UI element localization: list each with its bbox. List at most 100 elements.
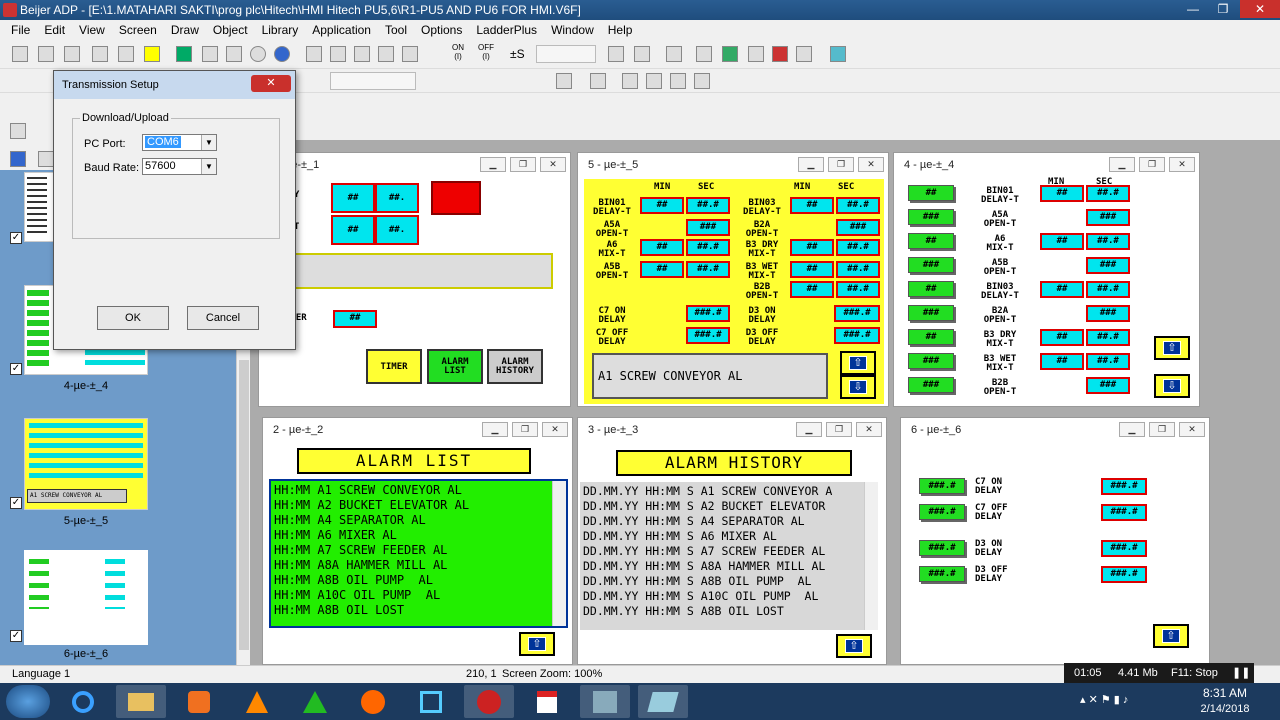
w4-green-field[interactable]: ## bbox=[908, 329, 954, 345]
w4-green-field[interactable]: ### bbox=[908, 353, 954, 369]
alarm-list-box[interactable]: HH:MM A1 SCREW CONVEYOR AL HH:MM A2 BUCKE… bbox=[269, 479, 568, 628]
preview-icon[interactable] bbox=[118, 46, 134, 62]
w6-green-field[interactable]: ###.# bbox=[919, 478, 965, 494]
thumbnail-5-checkbox[interactable]: ✓ bbox=[10, 497, 22, 509]
w6-cyan-field[interactable]: ###.# bbox=[1101, 504, 1147, 521]
w6-cyan-field[interactable]: ###.# bbox=[1101, 478, 1147, 495]
thumbnail-4-checkbox[interactable]: ✓ bbox=[10, 363, 22, 375]
layer-icon[interactable] bbox=[634, 46, 650, 62]
pdf-icon[interactable] bbox=[522, 685, 572, 718]
screen-capture-icon[interactable] bbox=[406, 685, 456, 718]
vlc-icon[interactable] bbox=[232, 685, 282, 718]
window-3-minimize-icon[interactable]: ▁ bbox=[796, 422, 822, 437]
menu-item-application[interactable]: Application bbox=[305, 23, 378, 37]
w4-sec-field[interactable]: ### bbox=[1086, 305, 1130, 322]
w4-min-field[interactable]: ## bbox=[1040, 329, 1084, 346]
w5-delay-field-left[interactable]: ###.# bbox=[686, 327, 730, 344]
w5-left-min-field[interactable]: ## bbox=[640, 197, 684, 214]
window-6-close-icon[interactable]: ✕ bbox=[1179, 422, 1205, 437]
w5-left-sec-field[interactable]: ##.# bbox=[686, 261, 730, 278]
w5-down-button[interactable]: ⇩ bbox=[840, 375, 876, 399]
select-icon[interactable] bbox=[10, 151, 26, 167]
ruler-icon[interactable] bbox=[696, 46, 712, 62]
w4-sec-field[interactable]: ##.# bbox=[1086, 353, 1130, 370]
menu-item-window[interactable]: Window bbox=[544, 23, 601, 37]
w4-min-field[interactable]: ## bbox=[1040, 233, 1084, 250]
thumbnail-1-checkbox[interactable]: ✓ bbox=[10, 232, 22, 244]
w4-min-field[interactable]: ## bbox=[1040, 185, 1084, 202]
screen-window-1[interactable]: 1 - µe-±_1 ▁❐✕ DRY -T WET -T ## ##. ## #… bbox=[258, 152, 571, 407]
view-icon[interactable] bbox=[38, 151, 54, 167]
pm-button[interactable]: ±S bbox=[510, 47, 525, 61]
cut-icon[interactable] bbox=[306, 46, 322, 62]
forward-icon[interactable] bbox=[274, 46, 290, 62]
w4-green-field[interactable]: ### bbox=[908, 377, 954, 393]
font-size-icon[interactable] bbox=[556, 73, 572, 89]
w5-right-sec-field[interactable]: ##.# bbox=[836, 197, 880, 214]
back-icon[interactable] bbox=[250, 46, 266, 62]
w6-green-field[interactable]: ###.# bbox=[919, 504, 965, 520]
window-1-restore-icon[interactable]: ❐ bbox=[510, 157, 536, 172]
print-icon[interactable] bbox=[92, 46, 108, 62]
timer-button[interactable]: TIMER bbox=[366, 349, 422, 384]
w4-sec-field[interactable]: ##.# bbox=[1086, 233, 1130, 250]
thumbnail-6-checkbox[interactable]: ✓ bbox=[10, 630, 22, 642]
tray-icons[interactable]: ▴ ✕ ⚑ ▮ ♪ bbox=[1080, 693, 1190, 709]
window-2-restore-icon[interactable]: ❐ bbox=[512, 422, 538, 437]
recorder-stop[interactable]: F11: Stop bbox=[1171, 663, 1218, 683]
dialog-close-icon[interactable]: ✕ bbox=[251, 75, 291, 92]
beijer-adp-icon[interactable] bbox=[464, 685, 514, 718]
w5-right-sec-field[interactable]: ##.# bbox=[836, 261, 880, 278]
w5-right-sec-field[interactable]: ##.# bbox=[836, 281, 880, 298]
grid-icon[interactable] bbox=[608, 46, 624, 62]
wet-sec-field[interactable]: ##. bbox=[375, 215, 419, 245]
paste-icon[interactable] bbox=[354, 46, 370, 62]
window-2-close-icon[interactable]: ✕ bbox=[542, 422, 568, 437]
cancel-button[interactable]: Cancel bbox=[187, 306, 259, 330]
w5-left-min-field[interactable]: ## bbox=[640, 239, 684, 256]
w4-green-field[interactable]: ### bbox=[908, 305, 954, 321]
clock-time[interactable]: 8:31 AM bbox=[1190, 686, 1260, 700]
start-button[interactable] bbox=[6, 685, 50, 718]
w4-sec-field[interactable]: ##.# bbox=[1086, 185, 1130, 202]
menu-item-view[interactable]: View bbox=[72, 23, 112, 37]
explorer-icon[interactable] bbox=[116, 685, 166, 718]
w4-sec-field[interactable]: ##.# bbox=[1086, 329, 1130, 346]
screen-window-2[interactable]: 2 - µe-±_2 ▁ ❐ ✕ ALARM LIST HH:MM A1 SCREW… bbox=[262, 417, 573, 665]
w4-min-field[interactable]: ## bbox=[1040, 353, 1084, 370]
window-4-close-icon[interactable]: ✕ bbox=[1169, 157, 1195, 172]
menu-item-help[interactable]: Help bbox=[601, 23, 640, 37]
menu-item-edit[interactable]: Edit bbox=[37, 23, 72, 37]
alarm-history-box[interactable]: DD.MM.YY HH:MM S A1 SCREW CONVEYOR A DD.M… bbox=[580, 482, 878, 630]
w5-right-min-field[interactable]: ## bbox=[790, 239, 834, 256]
window-5-close-icon[interactable]: ✕ bbox=[858, 157, 884, 172]
window-3-restore-icon[interactable]: ❐ bbox=[826, 422, 852, 437]
center-field[interactable]: ## bbox=[333, 310, 377, 328]
w6-cyan-field[interactable]: ###.# bbox=[1101, 540, 1147, 557]
menu-item-object[interactable]: Object bbox=[206, 23, 255, 37]
w4-sec-field[interactable]: ### bbox=[1086, 209, 1130, 226]
warning-icon[interactable] bbox=[144, 46, 160, 62]
menu-item-tool[interactable]: Tool bbox=[378, 23, 414, 37]
object-icon[interactable] bbox=[748, 46, 764, 62]
menu-item-screen[interactable]: Screen bbox=[112, 23, 164, 37]
w4-sec-field[interactable]: ### bbox=[1086, 257, 1130, 274]
w5-left-sec-field[interactable]: ##.# bbox=[686, 197, 730, 214]
window-6-minimize-icon[interactable]: ▁ bbox=[1119, 422, 1145, 437]
new-icon[interactable] bbox=[12, 46, 28, 62]
wet-min-field[interactable]: ## bbox=[331, 215, 375, 245]
green-app-icon[interactable] bbox=[290, 685, 340, 718]
w5-delay-field-left[interactable]: ###.# bbox=[686, 305, 730, 322]
library-icon[interactable] bbox=[722, 46, 738, 62]
pause-icon[interactable]: ❚❚ bbox=[1232, 663, 1250, 683]
window-1-close-icon[interactable]: ✕ bbox=[540, 157, 566, 172]
w5-right-min-field[interactable]: ## bbox=[790, 197, 834, 214]
w4-sec-field[interactable]: ##.# bbox=[1086, 281, 1130, 298]
alarm-history-scrollbar[interactable] bbox=[864, 482, 878, 630]
align-right-icon[interactable] bbox=[670, 73, 686, 89]
alarm-list-up-button[interactable]: ⇧ bbox=[519, 632, 555, 656]
window-6-restore-icon[interactable]: ❐ bbox=[1149, 422, 1175, 437]
w4-green-field[interactable]: ## bbox=[908, 281, 954, 297]
plus-icon[interactable] bbox=[694, 73, 710, 89]
ie-icon[interactable] bbox=[58, 685, 108, 718]
